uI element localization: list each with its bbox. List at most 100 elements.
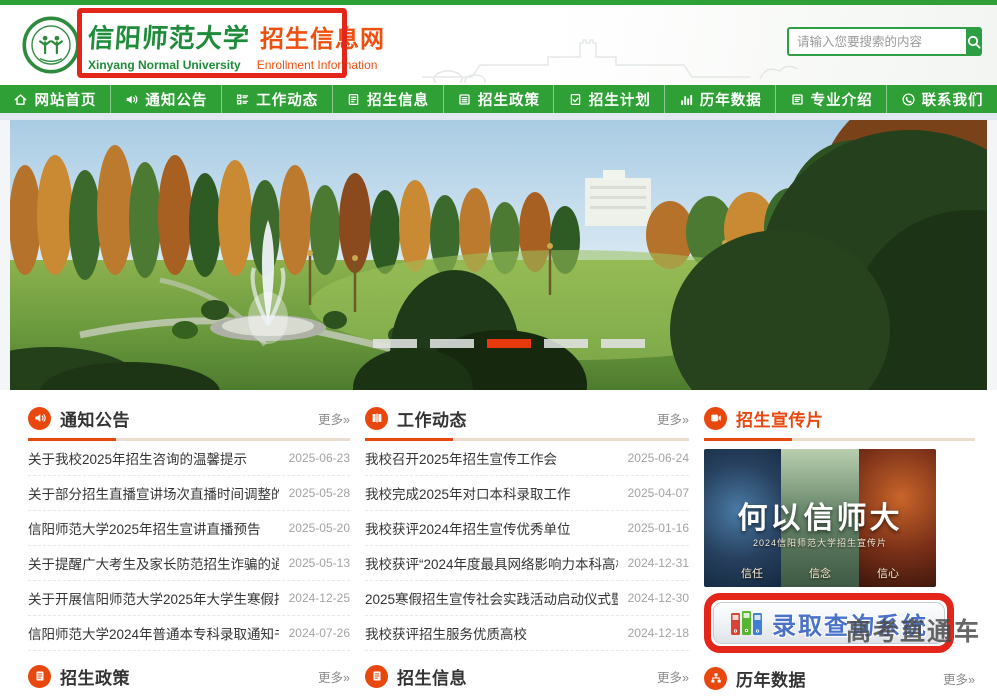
item-title: 关于提醒广大考生及家长防范招生诈骗的通知 [28,553,279,573]
nav-item-enroll-policy[interactable]: 招生政策 [444,85,555,113]
phone-icon [901,92,916,107]
work-news-more-link[interactable]: 更多» [657,409,689,428]
history-data-title: 历年数据 [736,666,806,691]
policy-more-link[interactable]: 更多» [318,667,350,686]
site-name-en: Enrollment Information [257,58,378,72]
item-title: 我校召开2025年招生宣传工作会 [365,448,618,468]
list-item[interactable]: 我校获评招生服务优质高校 2024-12-18 [365,616,689,651]
item-date: 2024-12-25 [289,591,350,605]
video-captions: 信任 信念 信心 [704,565,936,581]
item-title: 我校获评“2024年度最具网络影响力本科高校” [365,553,618,573]
building-sketch-decoration [420,19,800,83]
section-underline [704,438,975,441]
nav-item-majors[interactable]: 专业介绍 [776,85,887,113]
carousel-bar[interactable] [373,339,417,348]
carousel-indicators [373,339,645,348]
document-icon [346,92,361,107]
nav-item-notices[interactable]: 通知公告 [111,85,222,113]
notices-more-link[interactable]: 更多» [318,409,350,428]
brand-title-block[interactable]: 信阳师范大学 招生信息网 Xinyang Normal University E… [88,18,385,72]
info-section: 招生信息 更多» [365,658,689,696]
list-grid-icon [235,92,250,107]
item-date: 2024-12-31 [628,556,689,570]
item-title: 信阳师范大学2024年普通本专科录取通知书邮寄 [28,623,279,643]
item-date: 2024-12-18 [628,626,689,640]
speaker-icon [124,92,139,107]
item-date: 2025-04-07 [628,486,689,500]
list-item[interactable]: 关于提醒广大考生及家长防范招生诈骗的通知 2025-05-13 [28,546,350,581]
item-title: 关于部分招生直播宣讲场次直播时间调整的通知 [28,483,279,503]
nav-item-history-data[interactable]: 历年数据 [665,85,776,113]
item-title: 我校获评2024年招生宣传优秀单位 [365,518,618,538]
item-date: 2025-05-20 [289,521,350,535]
list-item[interactable]: 我校获评2024年招生宣传优秀单位 2025-01-16 [365,511,689,546]
university-logo[interactable] [22,16,80,74]
policy-title: 招生政策 [60,664,130,689]
nav-item-home[interactable]: 网站首页 [0,85,111,113]
university-name-cn: 信阳师范大学 [87,18,252,55]
binders-icon [730,609,764,637]
carousel-bar[interactable] [544,339,588,348]
video-subtitle: 2024信阳师范大学招生宣传片 [704,536,936,549]
list-item[interactable]: 关于我校2025年招生咨询的温馨提示 2025-06-23 [28,441,350,476]
item-title: 信阳师范大学2025年招生宣讲直播预告 [28,518,279,538]
info-title: 招生信息 [397,664,467,689]
item-date: 2025-01-16 [628,521,689,535]
list-item[interactable]: 信阳师范大学2025年招生宣讲直播预告 2025-05-20 [28,511,350,546]
carousel-bar[interactable] [601,339,645,348]
item-title: 我校获评招生服务优质高校 [365,623,618,643]
promo-video-thumbnail[interactable]: 何以信师大 2024信阳师范大学招生宣传片 信任 信念 信心 [704,449,936,587]
hero-slide-campus-photo[interactable] [10,120,987,390]
video-camera-circle-icon [704,407,727,430]
list-item[interactable]: 2025寒假招生宣传社会实践活动启动仪式暨培训 2024-12-30 [365,581,689,616]
search-bar [787,27,977,56]
search-input[interactable] [787,27,966,56]
list-item[interactable]: 关于部分招生直播宣讲场次直播时间调整的通知 2025-05-28 [28,476,350,511]
item-date: 2024-12-30 [628,591,689,605]
campus-photo-illustration [10,120,987,390]
policy-doc-icon [457,92,472,107]
item-title: 2025寒假招生宣传社会实践活动启动仪式暨培训 [365,588,618,608]
item-date: 2025-06-23 [289,451,350,465]
book-list-icon [790,92,805,107]
speaker-circle-icon [28,407,51,430]
university-name-en: Xinyang Normal University [88,58,241,72]
info-more-link[interactable]: 更多» [657,667,689,686]
plan-check-icon [568,92,583,107]
list-item[interactable]: 信阳师范大学2024年普通本专科录取通知书邮寄 2024-07-26 [28,616,350,651]
bar-chart-icon [679,92,694,107]
notices-title: 通知公告 [60,406,130,431]
item-title: 关于开展信阳师范大学2025年大学生寒假招生宣 [28,588,279,608]
item-date: 2024-07-26 [289,626,350,640]
nav-item-work-news[interactable]: 工作动态 [222,85,333,113]
nav-item-enroll-info[interactable]: 招生信息 [333,85,444,113]
watermark-text: 高考直通车 [846,612,981,648]
site-name-cn: 招生信息网 [260,19,385,54]
history-more-link[interactable]: 更多» [943,669,975,688]
item-date: 2025-05-28 [289,486,350,500]
item-title: 我校完成2025年对口本科录取工作 [365,483,618,503]
main-navigation: 网站首页 通知公告 工作动态 招生信息 招生政策 招生计划 历年数据 专业介绍 … [0,85,997,113]
work-news-section: 工作动态 更多» 我校召开2025年招生宣传工作会 2025-06-24 我校完… [365,400,689,696]
search-button[interactable] [966,27,982,56]
list-item[interactable]: 关于开展信阳师范大学2025年大学生寒假招生宣 2024-12-25 [28,581,350,616]
list-item[interactable]: 我校获评“2024年度最具网络影响力本科高校” 2024-12-31 [365,546,689,581]
work-news-list: 我校召开2025年招生宣传工作会 2025-06-24 我校完成2025年对口本… [365,441,689,651]
carousel-bar[interactable] [430,339,474,348]
history-data-section: 历年数据 更多» [704,660,975,696]
list-item[interactable]: 我校完成2025年对口本科录取工作 2025-04-07 [365,476,689,511]
hero-carousel-band [0,120,997,390]
notices-list: 关于我校2025年招生咨询的温馨提示 2025-06-23 关于部分招生直播宣讲… [28,441,350,651]
list-item[interactable]: 我校召开2025年招生宣传工作会 2025-06-24 [365,441,689,476]
policy-doc-circle-icon [28,665,51,688]
home-icon [13,92,28,107]
sitemap-circle-icon [704,667,727,690]
carousel-bar[interactable] [487,339,531,348]
item-date: 2025-05-13 [289,556,350,570]
nav-item-contact[interactable]: 联系我们 [887,85,997,113]
promo-video-section: 招生宣传片 何以信师大 2024信阳师范大学招生宣传片 信任 信念 信心 [704,400,975,696]
notices-section: 通知公告 更多» 关于我校2025年招生咨询的温馨提示 2025-06-23 关… [28,400,350,696]
item-date: 2025-06-24 [628,451,689,465]
item-title: 关于我校2025年招生咨询的温馨提示 [28,448,279,468]
nav-item-enroll-plan[interactable]: 招生计划 [554,85,665,113]
